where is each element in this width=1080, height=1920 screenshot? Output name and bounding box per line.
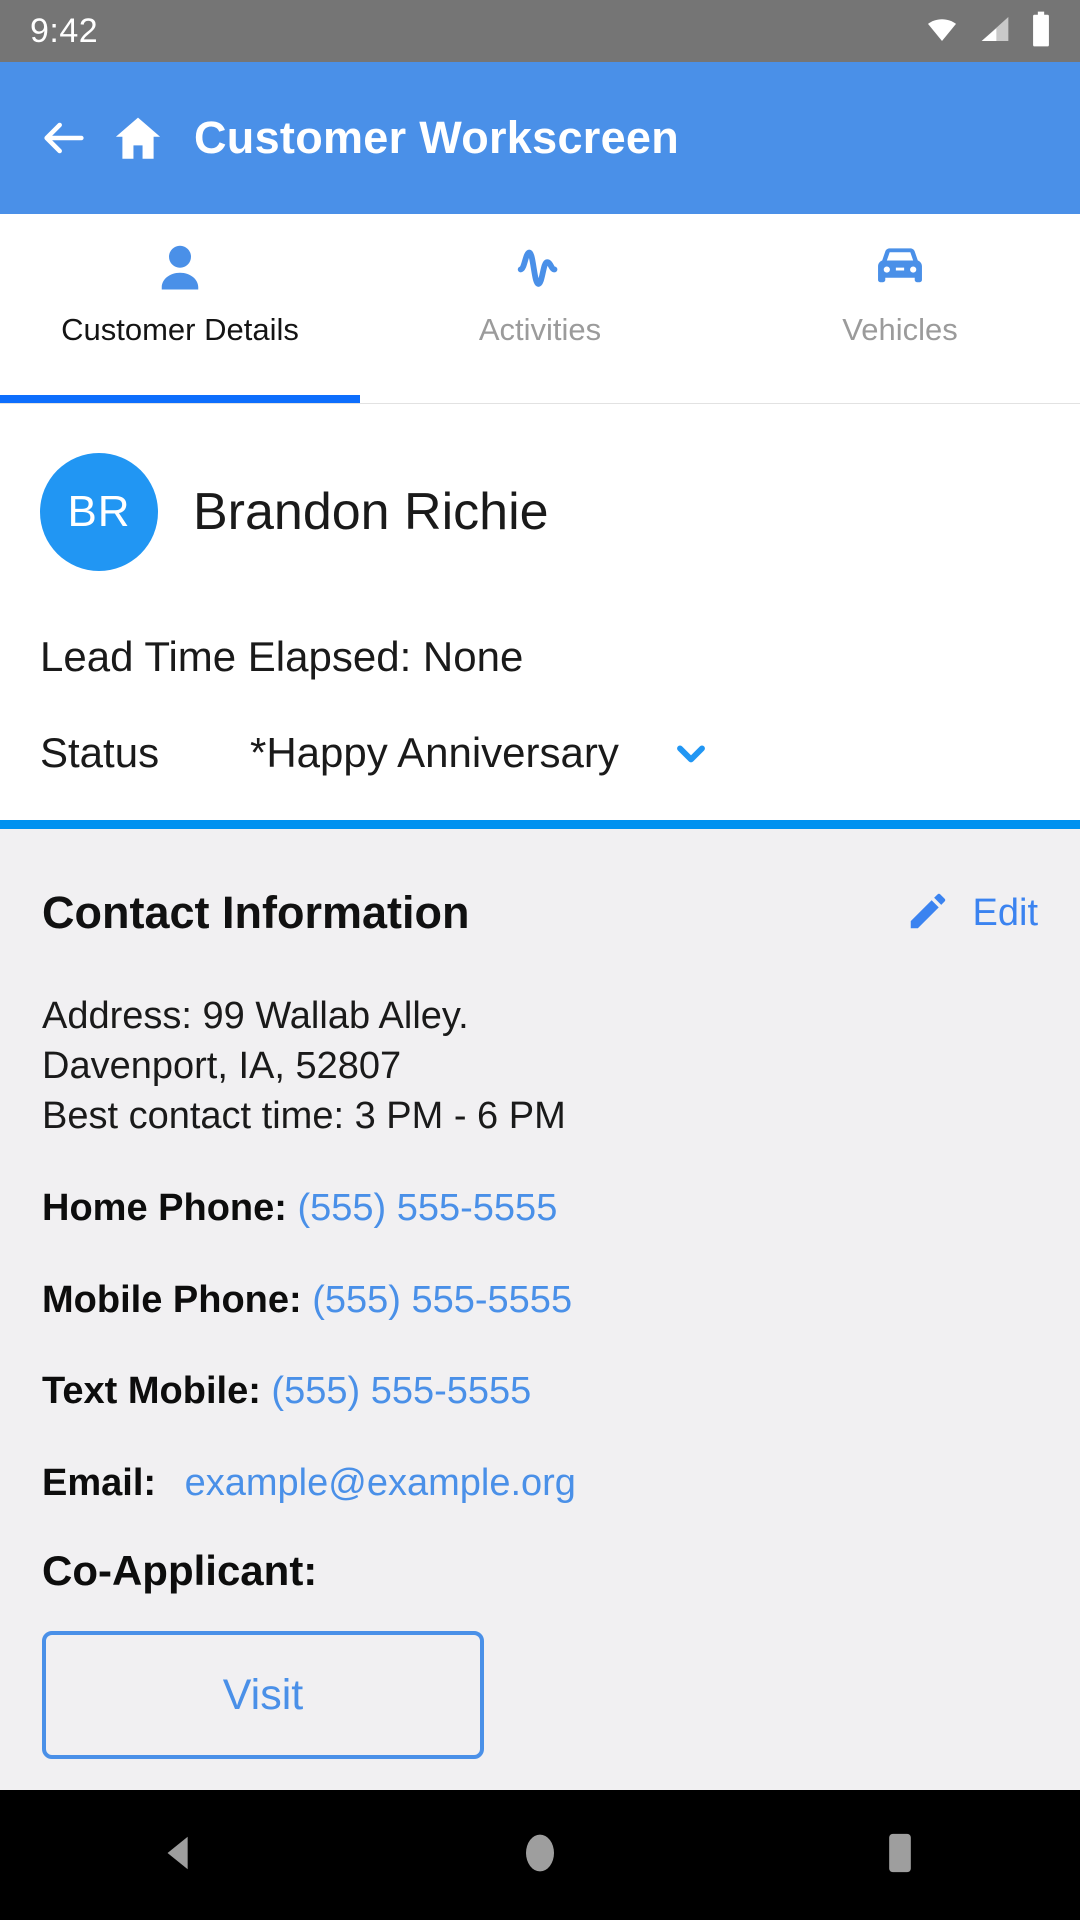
field-label: Mobile Phone: <box>42 1278 302 1321</box>
pencil-icon <box>905 888 951 939</box>
tab-customer-details[interactable]: Customer Details <box>0 214 360 403</box>
edit-button[interactable]: Edit <box>905 888 1038 939</box>
car-icon <box>869 236 931 298</box>
tab-activities[interactable]: Activities <box>360 214 720 403</box>
visit-button[interactable]: Visit <box>42 1631 484 1760</box>
tab-label-customer-details: Customer Details <box>61 312 299 347</box>
customer-summary-card: BR Brandon Richie Lead Time Elapsed: Non… <box>0 405 1080 820</box>
contact-field-mobile-phone: Mobile Phone: (555) 555-5555 <box>42 1277 1038 1325</box>
field-label: Email: <box>42 1461 157 1504</box>
contact-header: Contact Information Edit <box>42 829 1038 939</box>
home-button[interactable] <box>112 112 194 164</box>
status-bar: 9:42 <box>0 0 1080 62</box>
customer-identity-row: BR Brandon Richie <box>40 405 1040 571</box>
mobile-phone-link[interactable]: (555) 555-5555 <box>312 1279 572 1321</box>
system-navigation-bar <box>0 1790 1080 1920</box>
nav-recents-button[interactable] <box>825 1790 975 1920</box>
email-link[interactable]: example@example.org <box>185 1462 576 1504</box>
text-mobile-link[interactable]: (555) 555-5555 <box>271 1370 531 1412</box>
tab-vehicles[interactable]: Vehicles <box>720 214 1080 403</box>
status-time: 9:42 <box>30 11 99 50</box>
nav-recents-icon <box>880 1829 920 1882</box>
contact-information-title: Contact Information <box>42 887 470 938</box>
home-phone-link[interactable]: (555) 555-5555 <box>297 1187 557 1229</box>
address-line: Address: 99 Wallab Alley. <box>42 995 469 1037</box>
back-button[interactable] <box>38 112 112 164</box>
battery-icon <box>1028 10 1054 53</box>
back-arrow-icon <box>38 112 90 164</box>
contact-field-text-mobile: Text Mobile: (555) 555-5555 <box>42 1368 1038 1416</box>
edit-label: Edit <box>972 891 1038 934</box>
activity-pulse-icon <box>511 236 569 298</box>
tab-bar: Customer Details Activities Vehicles <box>0 214 1080 404</box>
tab-label-vehicles: Vehicles <box>842 312 958 347</box>
person-icon <box>150 236 210 298</box>
field-label: Home Phone: <box>42 1187 287 1230</box>
status-label: Status <box>40 729 160 776</box>
nav-home-button[interactable] <box>465 1790 615 1920</box>
nav-back-button[interactable] <box>105 1790 255 1920</box>
address-block: Address: 99 Wallab Alley. Davenport, IA,… <box>42 991 1038 1141</box>
status-value: *Happy Anniversary <box>250 729 619 776</box>
contact-field-home-phone: Home Phone: (555) 555-5555 <box>42 1185 1038 1233</box>
nav-home-icon <box>519 1828 561 1883</box>
address-line: Davenport, IA, 52807 <box>42 1045 402 1088</box>
app-bar: Customer Workscreen <box>0 62 1080 214</box>
avatar: BR <box>40 453 158 571</box>
address-line: Best contact time: 3 PM - 6 PM <box>42 1095 566 1138</box>
customer-name: Brandon Richie <box>193 483 549 541</box>
field-label: Text Mobile: <box>42 1370 261 1413</box>
status-icon-group <box>922 10 1054 53</box>
tab-active-indicator <box>0 395 360 403</box>
page-title: Customer Workscreen <box>194 112 680 163</box>
contact-field-email: Email: example@example.org <box>42 1460 1038 1508</box>
chevron-down-icon[interactable] <box>669 731 713 775</box>
status-row[interactable]: Status *Happy Anniversary <box>40 729 1040 777</box>
lead-time-elapsed: Lead Time Elapsed: None <box>40 633 524 680</box>
tab-label-activities: Activities <box>478 312 602 347</box>
wifi-icon <box>922 13 962 50</box>
home-icon <box>112 112 164 164</box>
app-screen: 9:42 Customer Workscreen Customer Detail… <box>0 0 1080 1920</box>
contact-information-section: Contact Information Edit Address: 99 Wal… <box>0 829 1080 1790</box>
co-applicant-label: Co-Applicant: <box>42 1547 318 1595</box>
nav-back-icon <box>157 1830 203 1881</box>
section-divider <box>0 820 1080 829</box>
cell-signal-icon <box>976 13 1014 50</box>
